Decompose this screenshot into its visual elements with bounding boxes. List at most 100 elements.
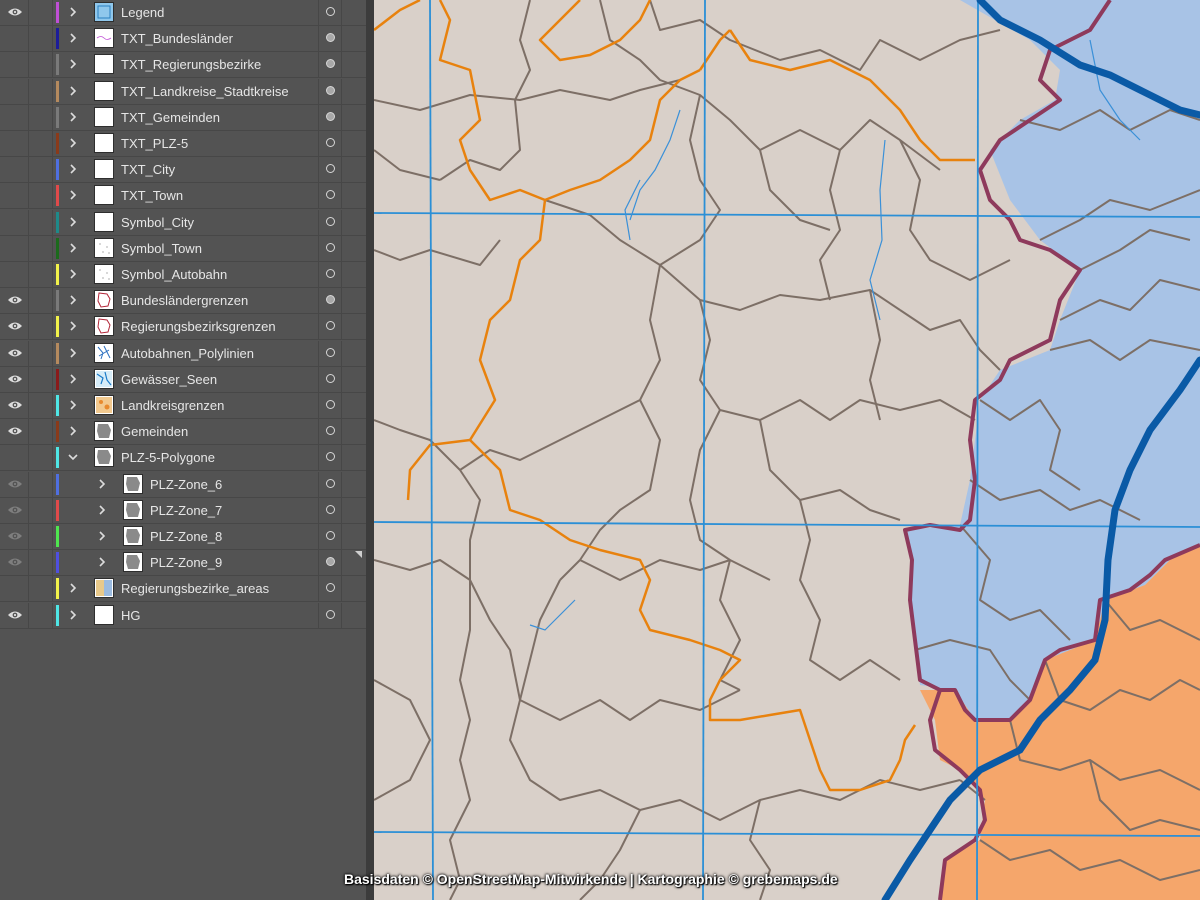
layer-row[interactable]: Regierungsbezirksgrenzen <box>0 314 366 341</box>
lock-toggle[interactable] <box>29 366 53 392</box>
layer-name[interactable]: Symbol_Autobahn <box>121 267 227 283</box>
layer-name[interactable]: TXT_Gemeinden <box>121 110 220 126</box>
layer-name[interactable]: Autobahnen_Polylinien <box>121 346 254 362</box>
selection-column[interactable] <box>341 497 342 523</box>
selection-column[interactable] <box>341 235 342 261</box>
target-circle-icon[interactable] <box>326 7 335 16</box>
visibility-toggle[interactable] <box>0 602 29 628</box>
chevron-right-icon[interactable] <box>66 188 80 202</box>
lock-toggle[interactable] <box>29 602 53 628</box>
panel-divider[interactable] <box>366 0 374 900</box>
target-circle-icon[interactable] <box>326 111 335 121</box>
selection-column[interactable] <box>341 104 342 130</box>
visibility-toggle[interactable] <box>0 576 29 602</box>
eye-icon[interactable] <box>7 6 23 18</box>
lock-toggle[interactable] <box>29 288 53 314</box>
layer-row[interactable]: TXT_Gemeinden <box>0 104 366 131</box>
eye-icon[interactable] <box>7 504 23 516</box>
lock-toggle[interactable] <box>29 340 53 366</box>
target-circle-icon[interactable] <box>326 347 335 357</box>
eye-icon[interactable] <box>7 399 23 411</box>
lock-toggle[interactable] <box>29 576 53 602</box>
layer-name[interactable]: PLZ-Zone_6 <box>150 477 222 493</box>
chevron-right-icon[interactable] <box>66 5 80 19</box>
layer-name[interactable]: PLZ-Zone_9 <box>150 555 222 571</box>
selection-column[interactable] <box>341 314 342 340</box>
layer-name[interactable]: TXT_Bundesländer <box>121 31 233 47</box>
visibility-toggle[interactable] <box>0 235 29 261</box>
layer-row[interactable]: Bundesländergrenzen <box>0 288 366 315</box>
selection-column[interactable] <box>341 419 342 445</box>
layer-name[interactable]: HG <box>121 608 141 624</box>
layer-name[interactable]: TXT_Landkreise_Stadtkreise <box>121 84 289 100</box>
lock-toggle[interactable] <box>29 445 53 471</box>
target-circle-icon[interactable] <box>326 478 335 488</box>
chevron-right-icon[interactable] <box>66 372 80 386</box>
layer-name[interactable]: PLZ-5-Polygone <box>121 450 215 466</box>
chevron-right-icon[interactable] <box>66 293 80 307</box>
selection-column[interactable] <box>341 576 342 602</box>
visibility-toggle[interactable] <box>0 419 29 445</box>
visibility-toggle[interactable] <box>0 157 29 183</box>
layer-name[interactable]: Legend <box>121 5 164 21</box>
selection-column[interactable] <box>341 602 342 628</box>
target-circle-icon[interactable] <box>326 426 335 436</box>
eye-icon[interactable] <box>7 373 23 385</box>
layer-row[interactable]: PLZ-5-Polygone <box>0 445 366 472</box>
selection-column[interactable] <box>341 0 342 25</box>
layer-row[interactable]: TXT_Regierungsbezirke <box>0 52 366 79</box>
visibility-toggle[interactable] <box>0 52 29 78</box>
layer-row[interactable]: Symbol_Town <box>0 235 366 262</box>
selection-column[interactable] <box>341 78 342 104</box>
chevron-right-icon[interactable] <box>66 398 80 412</box>
target-circle-icon[interactable] <box>326 373 335 383</box>
layer-name[interactable]: TXT_City <box>121 162 175 178</box>
layer-row[interactable]: PLZ-Zone_9 <box>0 550 366 577</box>
layer-row[interactable]: Gemeinden <box>0 419 366 446</box>
selection-column[interactable] <box>341 131 342 156</box>
eye-icon[interactable] <box>7 294 23 306</box>
visibility-toggle[interactable] <box>0 366 29 392</box>
lock-toggle[interactable] <box>29 26 53 52</box>
lock-toggle[interactable] <box>29 262 53 287</box>
chevron-right-icon[interactable] <box>66 267 80 281</box>
selection-column[interactable] <box>341 157 342 183</box>
lock-toggle[interactable] <box>29 235 53 261</box>
lock-toggle[interactable] <box>29 314 53 340</box>
target-circle-icon[interactable] <box>326 583 335 593</box>
layer-row[interactable]: Legend <box>0 0 366 26</box>
eye-icon[interactable] <box>7 478 23 490</box>
visibility-toggle[interactable] <box>0 131 29 156</box>
target-circle-icon[interactable] <box>326 242 335 252</box>
lock-toggle[interactable] <box>29 0 53 25</box>
chevron-right-icon[interactable] <box>66 608 80 622</box>
eye-icon[interactable] <box>7 320 23 332</box>
selection-column[interactable] <box>341 288 342 314</box>
chevron-down-icon[interactable] <box>66 450 80 464</box>
layer-row[interactable]: TXT_Bundesländer <box>0 26 366 53</box>
visibility-toggle[interactable] <box>0 524 29 549</box>
panel-resize-corner[interactable] <box>355 551 362 558</box>
visibility-toggle[interactable] <box>0 314 29 340</box>
layer-name[interactable]: TXT_Regierungsbezirke <box>121 57 261 73</box>
map-canvas[interactable] <box>374 0 1200 900</box>
target-circle-icon[interactable] <box>326 557 335 567</box>
layer-row[interactable]: PLZ-Zone_7 <box>0 497 366 524</box>
chevron-right-icon[interactable] <box>66 84 80 98</box>
target-circle-icon[interactable] <box>326 138 335 147</box>
lock-toggle[interactable] <box>29 183 53 209</box>
target-circle-icon[interactable] <box>326 164 335 174</box>
layer-row[interactable]: PLZ-Zone_8 <box>0 524 366 550</box>
layer-row[interactable]: TXT_City <box>0 157 366 184</box>
visibility-toggle[interactable] <box>0 445 29 471</box>
selection-column[interactable] <box>341 26 342 52</box>
layer-name[interactable]: Landkreisgrenzen <box>121 398 224 414</box>
selection-column[interactable] <box>341 340 342 366</box>
eye-icon[interactable] <box>7 609 23 621</box>
chevron-right-icon[interactable] <box>95 555 109 569</box>
target-circle-icon[interactable] <box>326 85 335 95</box>
visibility-toggle[interactable] <box>0 78 29 104</box>
layer-name[interactable]: TXT_PLZ-5 <box>121 136 188 152</box>
eye-icon[interactable] <box>7 347 23 359</box>
chevron-right-icon[interactable] <box>66 241 80 255</box>
